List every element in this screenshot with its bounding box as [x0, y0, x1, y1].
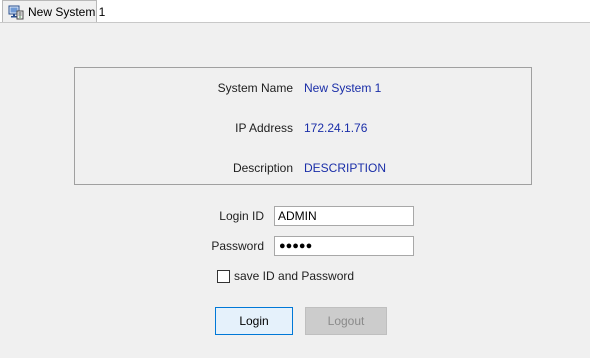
ip-address-label: IP Address — [235, 121, 293, 135]
network-system-icon — [8, 4, 24, 20]
password-field[interactable]: ●●●●● — [274, 236, 414, 256]
tab-new-system-1[interactable]: New System 1 — [2, 0, 105, 22]
system-name-row: System Name New System 1 — [75, 80, 531, 96]
login-button[interactable]: Login — [215, 307, 293, 335]
tab-label: New System 1 — [28, 4, 106, 19]
login-id-label: Login ID — [219, 209, 264, 223]
logout-button[interactable]: Logout — [305, 307, 387, 335]
login-id-field[interactable] — [274, 206, 414, 226]
system-info-box: System Name New System 1 IP Address 172.… — [74, 67, 532, 185]
system-name-label: System Name — [217, 81, 293, 95]
system-name-value: New System 1 — [304, 81, 382, 95]
tab-strip: New System 1 — [0, 0, 590, 23]
password-masked-value: ●●●●● — [279, 240, 313, 252]
description-value: DESCRIPTION — [304, 161, 387, 175]
description-row: Description DESCRIPTION — [75, 160, 531, 176]
description-label: Description — [232, 161, 293, 175]
save-credentials-label[interactable]: save ID and Password — [234, 269, 354, 283]
password-label: Password — [211, 239, 264, 253]
login-panel: System Name New System 1 IP Address 172.… — [0, 23, 590, 358]
save-credentials-checkbox[interactable] — [217, 270, 230, 283]
ip-address-row: IP Address 172.24.1.76 — [75, 120, 531, 136]
ip-address-value: 172.24.1.76 — [304, 121, 368, 135]
